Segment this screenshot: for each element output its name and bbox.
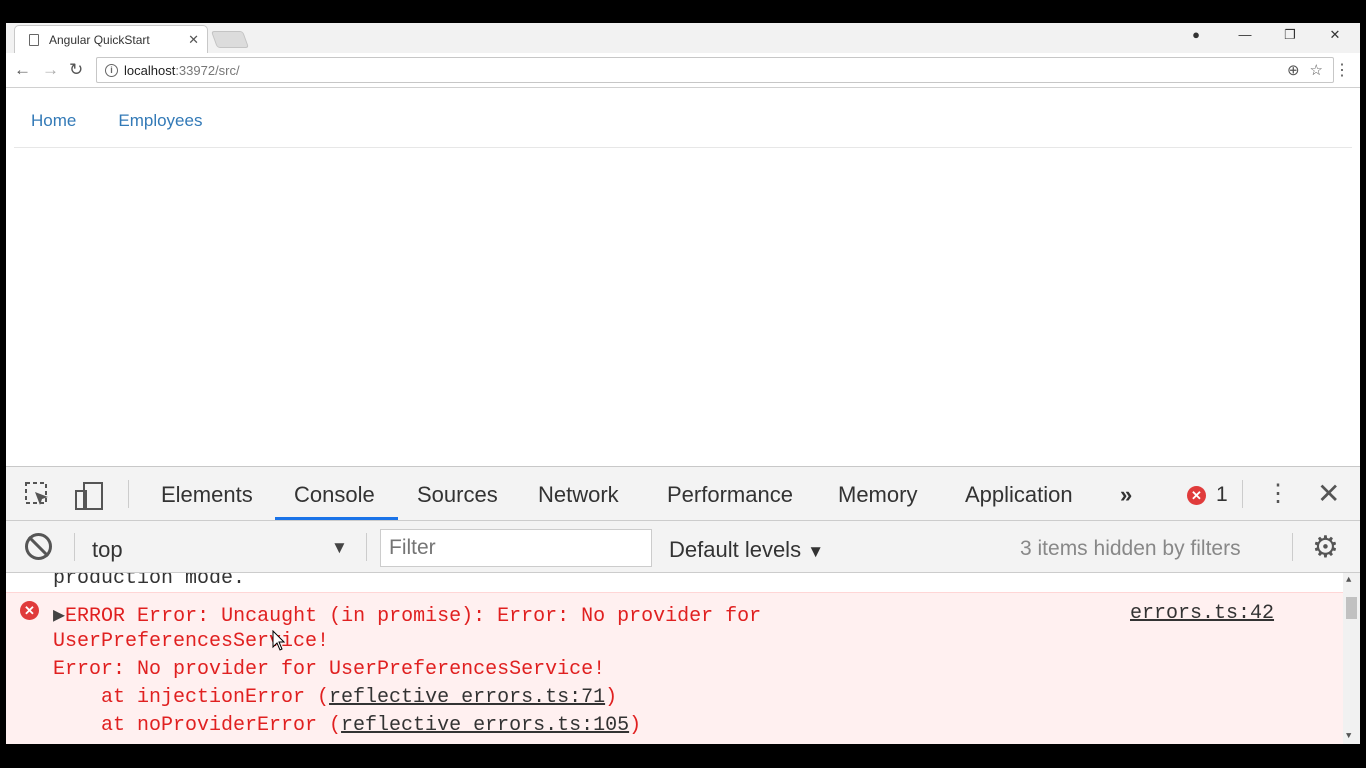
tab-elements[interactable]: Elements — [161, 482, 253, 508]
active-tab-indicator — [275, 517, 398, 520]
browser-menu-icon[interactable]: ⋮ — [1334, 60, 1350, 80]
browser-toolbar: ← → ↻ i localhost:33972/src/ ⊕ ☆ ⋮ — [6, 53, 1360, 88]
stack-frame-text: ) — [605, 686, 618, 709]
stack-frame: at noProviderError (reflective_errors.ts… — [53, 714, 641, 737]
nav-link-employees[interactable]: Employees — [118, 111, 202, 131]
hidden-items-status: 3 items hidden by filters — [1020, 537, 1241, 560]
page-favicon-icon — [29, 33, 39, 46]
console-scrollbar[interactable]: ▲ ▼ — [1343, 573, 1360, 744]
tab-sources[interactable]: Sources — [417, 482, 498, 508]
tab-console[interactable]: Console — [294, 482, 375, 508]
devtools-tab-bar: Elements Console Sources Network Perform… — [6, 467, 1360, 521]
levels-dropdown-arrow-icon: ▼ — [807, 542, 825, 561]
console-output: production mode. ✕ ▶ERROR Error: Uncaugh… — [6, 573, 1360, 744]
close-window-icon[interactable]: ✕ — [1325, 27, 1345, 43]
error-count: 1 — [1216, 483, 1228, 506]
error-line: Error: No provider for UserPreferencesSe… — [53, 658, 606, 681]
new-tab-button[interactable] — [210, 31, 250, 48]
forward-icon[interactable]: → — [42, 60, 59, 80]
console-filter-input[interactable] — [380, 529, 652, 567]
console-error-message: ✕ ▶ERROR Error: Uncaught (in promise): E… — [6, 592, 1343, 744]
tab-title: Angular QuickStart — [49, 32, 150, 47]
error-line: ▶ERROR Error: Uncaught (in promise): Err… — [53, 602, 761, 628]
console-message: production mode. — [53, 573, 246, 590]
console-toolbar: top ▼ Default levels ▼ 3 items hidden by… — [6, 521, 1360, 573]
devtools-close-icon[interactable]: ✕ — [1317, 477, 1340, 510]
site-info-icon[interactable]: i — [105, 63, 118, 77]
stack-frame-text: ) — [629, 714, 642, 737]
back-icon[interactable]: ← — [14, 60, 31, 80]
address-bar[interactable]: i localhost:33972/src/ ⊕ ☆ — [96, 57, 1334, 83]
console-settings-gear-icon[interactable]: ⚙ — [1312, 530, 1339, 565]
site-nav: Home Employees — [31, 111, 202, 131]
toolbar-divider — [366, 533, 367, 561]
tab-performance[interactable]: Performance — [667, 482, 793, 508]
browser-window: Angular QuickStart ✕ ● — ❐ ✕ ← → ↻ i loc… — [6, 23, 1360, 744]
error-counter[interactable]: ✕ 1 — [1187, 483, 1228, 507]
url-text: localhost:33972/src/ — [124, 62, 240, 78]
tab-network[interactable]: Network — [538, 482, 619, 508]
device-toolbar-icon[interactable] — [74, 481, 106, 511]
mouse-cursor-icon — [272, 630, 286, 651]
bookmark-star-icon[interactable]: ☆ — [1310, 61, 1323, 79]
profile-icon[interactable]: ● — [1186, 27, 1206, 42]
tab-strip: Angular QuickStart ✕ ● — ❐ ✕ — [6, 23, 1360, 53]
tab-memory[interactable]: Memory — [838, 482, 917, 508]
toolbar-divider — [1242, 480, 1243, 508]
restore-icon[interactable]: ❐ — [1280, 27, 1300, 43]
expand-triangle-icon[interactable]: ▶ — [53, 605, 65, 628]
context-dropdown-arrow-icon[interactable]: ▼ — [331, 538, 348, 558]
nav-divider — [14, 147, 1352, 148]
scroll-up-icon[interactable]: ▲ — [1346, 575, 1351, 585]
devtools-panel: Elements Console Sources Network Perform… — [6, 466, 1360, 744]
inspect-element-icon[interactable] — [24, 481, 52, 509]
stack-frame-text: at injectionError ( — [53, 686, 330, 709]
stack-frame-text: at noProviderError ( — [53, 714, 342, 737]
reload-icon[interactable]: ↻ — [69, 60, 83, 80]
browser-tab[interactable]: Angular QuickStart ✕ — [14, 25, 208, 53]
clear-console-icon[interactable] — [25, 533, 52, 560]
error-text: ERROR Error: Uncaught (in promise): Erro… — [65, 605, 762, 628]
toolbar-divider — [128, 480, 129, 508]
toolbar-divider — [74, 533, 75, 561]
error-line: UserPreferencesService! — [53, 630, 330, 653]
error-source-link[interactable]: errors.ts:42 — [1130, 602, 1274, 625]
minimize-icon[interactable]: — — [1235, 27, 1255, 42]
nav-link-home[interactable]: Home — [31, 111, 76, 131]
stack-frame: at injectionError (reflective_errors.ts:… — [53, 686, 617, 709]
stack-source-link[interactable]: reflective_errors.ts:71 — [329, 686, 605, 709]
log-levels-dropdown[interactable]: Default levels ▼ — [669, 537, 824, 563]
more-tabs-chevron-icon[interactable]: » — [1120, 482, 1132, 508]
scroll-down-icon[interactable]: ▼ — [1346, 731, 1351, 741]
page-content: Home Employees — [6, 89, 1360, 466]
error-circle-icon: ✕ — [1187, 485, 1206, 505]
zoom-icon[interactable]: ⊕ — [1287, 61, 1300, 79]
close-tab-icon[interactable]: ✕ — [188, 32, 199, 48]
scroll-thumb[interactable] — [1346, 597, 1357, 619]
context-selector[interactable]: top — [92, 537, 123, 563]
log-levels-label: Default levels — [669, 537, 802, 562]
tab-application[interactable]: Application — [965, 482, 1073, 508]
devtools-menu-icon[interactable]: ⋮ — [1266, 479, 1290, 508]
error-circle-icon: ✕ — [20, 601, 39, 620]
stack-source-link[interactable]: reflective_errors.ts:105 — [341, 714, 629, 737]
toolbar-divider — [1292, 533, 1293, 561]
